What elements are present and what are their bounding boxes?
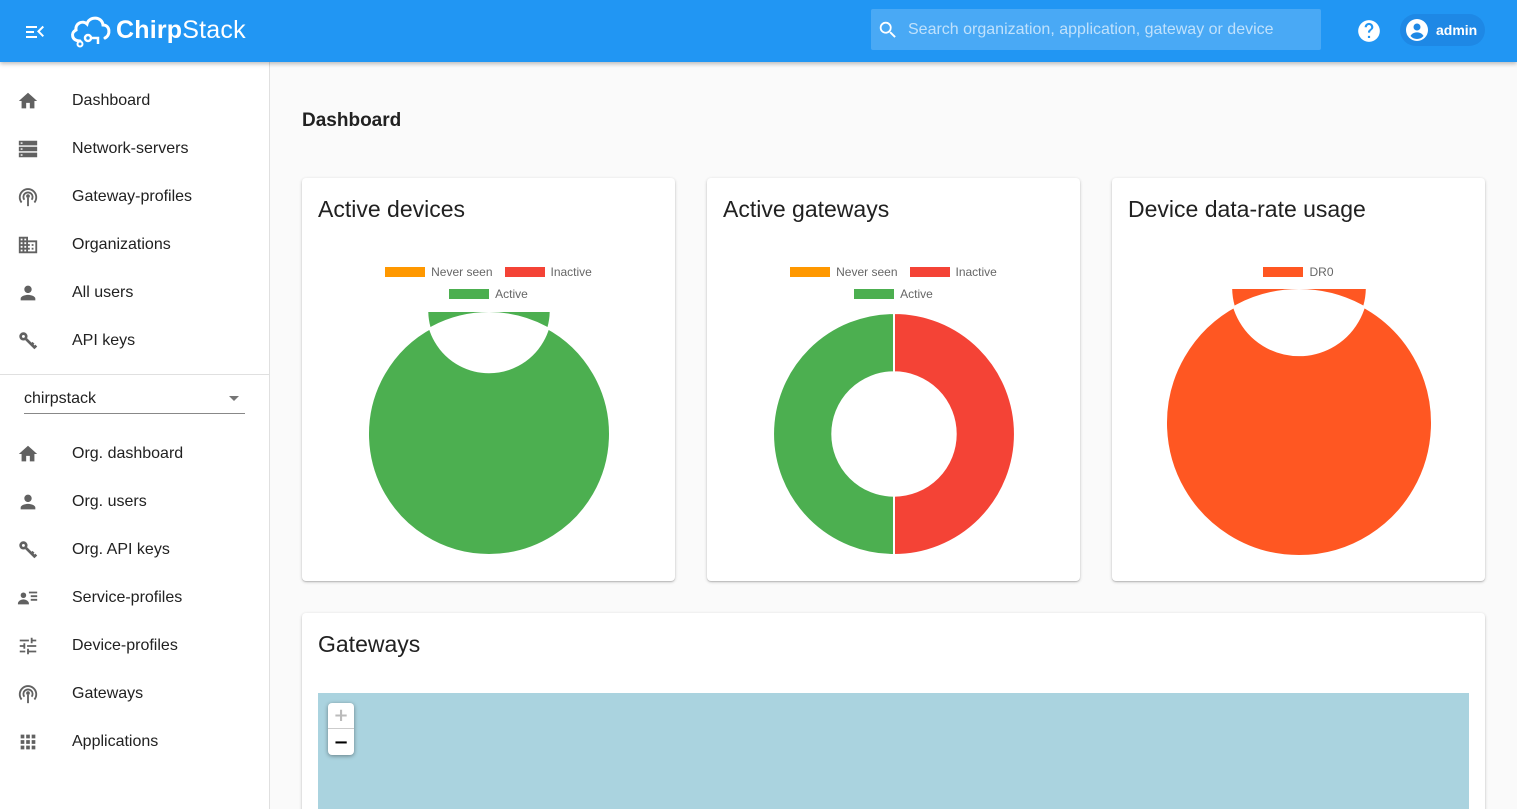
person-icon — [16, 490, 40, 514]
username: admin — [1436, 22, 1478, 38]
sidebar-item-label: Device-profiles — [72, 637, 178, 654]
data-rate-usage-donut — [1165, 289, 1433, 557]
sidebar-item-applications[interactable]: Applications — [0, 718, 269, 766]
sidebar-item-label: Applications — [72, 733, 159, 750]
home-icon — [16, 89, 40, 113]
sidebar-item-label: Org. dashboard — [72, 445, 184, 462]
account-details-icon — [16, 586, 40, 610]
card-title: Active devices — [318, 196, 466, 222]
sidebar-item-api-keys[interactable]: API keys — [0, 317, 269, 365]
sidebar: Dashboard Network-servers Gateway-profil… — [0, 62, 270, 809]
person-icon — [16, 281, 40, 305]
sidebar-item-network-servers[interactable]: Network-servers — [0, 125, 269, 173]
legend-item-active[interactable]: Active — [854, 287, 933, 301]
legend-item-inactive[interactable]: Inactive — [504, 265, 592, 279]
sidebar-item-label: Network-servers — [72, 140, 189, 157]
sidebar-item-label: Dashboard — [72, 92, 151, 109]
chart-legend: Never seen Inactive Active — [707, 261, 1080, 305]
active-devices-card: Active devices Never seen Inactive Activ… — [302, 178, 675, 581]
logo-text: ChirpStack — [116, 15, 246, 44]
card-title: Gateways — [318, 631, 421, 657]
sidebar-item-label: All users — [72, 284, 134, 301]
sidebar-item-all-users[interactable]: All users — [0, 269, 269, 317]
sidebar-item-label: Organizations — [72, 236, 171, 253]
legend-item-active[interactable]: Active — [449, 287, 528, 301]
key-icon — [16, 538, 40, 562]
app-bar: ChirpStack admin — [0, 0, 1517, 62]
legend-item-inactive[interactable]: Inactive — [909, 265, 997, 279]
antenna-icon — [16, 682, 40, 706]
menu-open-icon — [26, 25, 44, 38]
tune-icon — [16, 634, 40, 658]
sidebar-item-dashboard[interactable]: Dashboard — [0, 77, 269, 125]
server-icon — [16, 137, 40, 161]
legend-item-dr0[interactable]: DR0 — [1263, 265, 1334, 279]
sidebar-item-service-profiles[interactable]: Service-profiles — [0, 574, 269, 622]
legend-item-never-seen[interactable]: Never seen — [385, 265, 493, 279]
building-icon — [16, 233, 40, 257]
search-box[interactable] — [871, 9, 1321, 50]
donut-slice-inactive[interactable] — [893, 312, 1016, 556]
sidebar-item-label: API keys — [72, 332, 136, 349]
sidebar-item-org-users[interactable]: Org. users — [0, 478, 269, 526]
user-menu-button[interactable]: admin — [1400, 14, 1485, 46]
account-circle-icon — [1406, 19, 1428, 41]
key-icon — [16, 329, 40, 353]
sidebar-divider — [0, 374, 269, 375]
gateways-map-card: Gateways + − — [302, 613, 1485, 809]
chirpstack-logo[interactable]: ChirpStack — [68, 10, 246, 50]
sidebar-item-org-api-keys[interactable]: Org. API keys — [0, 526, 269, 574]
card-title: Device data-rate usage — [1128, 196, 1366, 222]
device-data-rate-usage-card: Device data-rate usage DR0 — [1112, 178, 1485, 581]
sidebar-item-org-dashboard[interactable]: Org. dashboard — [0, 430, 269, 478]
chevron-down-icon — [229, 396, 239, 401]
cloud-logo-icon — [71, 16, 111, 48]
organization-select[interactable]: chirpstack — [24, 384, 245, 414]
sidebar-item-label: Org. users — [72, 493, 147, 510]
sidebar-item-organizations[interactable]: Organizations — [0, 221, 269, 269]
active-gateways-card: Active gateways Never seen Inactive Acti… — [707, 178, 1080, 581]
gateways-map[interactable]: + − — [318, 693, 1469, 809]
home-icon — [16, 442, 40, 466]
card-title: Active gateways — [723, 196, 890, 222]
sidebar-item-gateways[interactable]: Gateways — [0, 670, 269, 718]
search-icon — [879, 21, 896, 38]
legend-item-never-seen[interactable]: Never seen — [790, 265, 898, 279]
search-input[interactable] — [908, 9, 1321, 50]
page-title: Dashboard — [302, 110, 402, 131]
collapse-menu-button[interactable] — [20, 17, 50, 45]
sidebar-item-label: Org. API keys — [72, 541, 170, 558]
apps-grid-icon — [16, 730, 40, 754]
sidebar-item-gateway-profiles[interactable]: Gateway-profiles — [0, 173, 269, 221]
donut-slice-active[interactable] — [772, 312, 895, 556]
sidebar-item-label: Gateway-profiles — [72, 188, 193, 205]
sidebar-item-device-profiles[interactable]: Device-profiles — [0, 622, 269, 670]
organization-select-value: chirpstack — [24, 390, 97, 407]
active-gateways-donut — [772, 312, 1016, 556]
sidebar-item-label: Service-profiles — [72, 589, 183, 606]
chart-legend: DR0 — [1112, 261, 1485, 283]
chart-legend: Never seen Inactive Active — [302, 261, 675, 305]
map-zoom-control: + − — [328, 703, 354, 755]
zoom-out-button[interactable]: − — [328, 729, 354, 755]
help-icon[interactable] — [1356, 18, 1382, 44]
active-devices-donut — [367, 312, 611, 556]
sidebar-item-label: Gateways — [72, 685, 144, 702]
zoom-in-button[interactable]: + — [328, 703, 354, 729]
antenna-icon — [16, 185, 40, 209]
